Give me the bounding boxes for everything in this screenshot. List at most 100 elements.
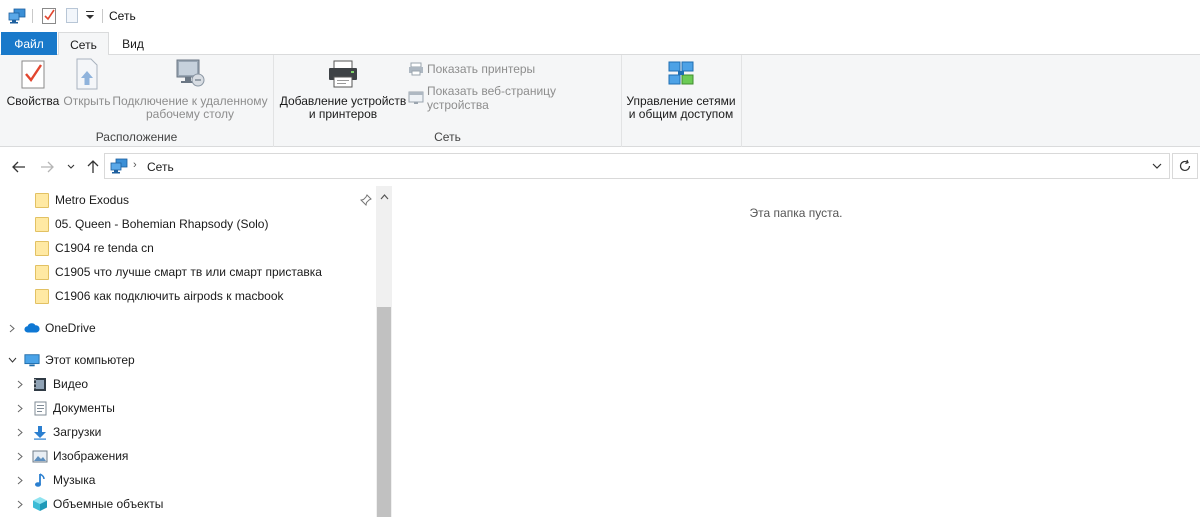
properties-icon[interactable] (42, 7, 56, 24)
folder-icon (34, 240, 50, 256)
chevron-down-icon[interactable] (1149, 159, 1165, 173)
tree-item-onedrive[interactable]: OneDrive (6, 317, 96, 339)
open-label: Открыть (63, 94, 111, 108)
list-item[interactable]: 05. Queen - Bohemian Rhapsody (Solo) (34, 213, 268, 235)
folder-icon (34, 192, 50, 208)
network-center-icon (665, 57, 697, 91)
network-icon (110, 158, 128, 174)
tab-file[interactable]: Файл (1, 32, 57, 55)
chevron-right-icon[interactable] (14, 498, 26, 510)
navigation-pane: Metro Exodus 05. Queen - Bohemian Rhapso… (0, 186, 392, 517)
tree-item-this-pc[interactable]: Этот компьютер (6, 349, 135, 371)
tab-network[interactable]: Сеть (58, 32, 109, 56)
tree-item-label: Изображения (53, 449, 129, 463)
arrow-left-icon (12, 161, 25, 173)
computer-icon (24, 352, 40, 368)
chevron-down-icon (67, 164, 75, 169)
list-item-label: Metro Exodus (55, 193, 130, 207)
list-item[interactable]: C1906 как подключить airpods к macbook (34, 285, 284, 307)
show-device-page-button[interactable]: Показать веб-страницу устройства (408, 84, 621, 112)
chevron-right-icon[interactable] (14, 450, 26, 462)
tree-item-label: OneDrive (45, 321, 96, 335)
folder-icon (34, 264, 50, 280)
open-button[interactable]: Открыть (62, 57, 112, 108)
folder-icon (34, 216, 50, 232)
network-center-button[interactable]: Управление сетями и общим доступом (624, 57, 738, 121)
tree-item-videos[interactable]: Видео (14, 373, 88, 395)
document-icon (32, 400, 48, 416)
list-item-label: C1904 re tenda cn (55, 241, 154, 255)
properties-icon (17, 57, 49, 91)
window-title: Сеть (109, 9, 136, 23)
navigation-pane-scrollbar[interactable] (376, 186, 392, 517)
tree-item-music[interactable]: Музыка (14, 469, 95, 491)
refresh-icon (1179, 159, 1191, 172)
folder-icon (34, 288, 50, 304)
list-item-label: C1905 что лучше смарт тв или смарт прист… (55, 265, 322, 279)
toolbar-separator (102, 9, 103, 23)
ribbon-group-label-network: Сеть (434, 130, 461, 144)
up-button[interactable] (84, 158, 102, 176)
title-bar: Сеть (0, 0, 1200, 31)
new-folder-icon[interactable] (66, 8, 78, 23)
tree-item-label: Загрузки (53, 425, 102, 439)
onedrive-cloud-icon (24, 320, 40, 336)
file-list-area[interactable]: Эта папка пуста. (392, 186, 1200, 517)
ribbon-group-location: Свойства Открыть Подключение к удаленном… (0, 55, 274, 147)
ribbon-group-network-center: Управление сетями и общим доступом (622, 55, 742, 147)
tree-item-pictures[interactable]: Изображения (14, 445, 128, 467)
show-printers-label: Показать принтеры (427, 62, 536, 76)
scrollbar-thumb[interactable] (377, 307, 391, 517)
show-printers-button[interactable]: Показать принтеры (408, 62, 535, 76)
pin-icon[interactable] (360, 194, 372, 206)
tree-item-3d-objects[interactable]: Объемные объекты (14, 493, 163, 515)
tree-item-downloads[interactable]: Загрузки (14, 421, 101, 443)
customize-toolbar-icon[interactable] (86, 9, 94, 21)
list-item[interactable]: C1904 re tenda cn (34, 237, 154, 259)
tree-item-label: Документы (53, 401, 115, 415)
refresh-button[interactable] (1172, 153, 1198, 179)
cube-icon (32, 496, 48, 512)
properties-label: Свойства (6, 94, 60, 108)
remote-desktop-icon (174, 57, 206, 91)
network-icon[interactable] (8, 8, 26, 24)
chevron-up-icon (380, 194, 388, 200)
scroll-up-button[interactable] (376, 190, 392, 204)
open-icon (71, 57, 103, 91)
arrow-right-icon (41, 161, 54, 173)
forward-button[interactable] (38, 158, 56, 176)
chevron-right-icon[interactable] (14, 402, 26, 414)
picture-icon (32, 448, 48, 464)
tab-view[interactable]: Вид (110, 32, 156, 55)
ribbon-group-network: Добавление устройств и принтеров Показат… (274, 55, 622, 147)
properties-button[interactable]: Свойства (6, 57, 60, 108)
tree-item-documents[interactable]: Документы (14, 397, 115, 419)
navigation-bar: › Сеть (0, 147, 1200, 186)
chevron-down-icon[interactable] (6, 354, 18, 366)
remote-desktop-label-2: рабочему столу (145, 107, 235, 121)
network-center-label-2: и общим доступом (628, 107, 734, 121)
ribbon-group-label-location: Расположение (95, 130, 178, 144)
printers-icon (409, 62, 423, 76)
add-devices-label-2: и принтеров (308, 107, 378, 121)
chevron-right-icon[interactable] (14, 426, 26, 438)
address-bar[interactable]: › Сеть (104, 153, 1170, 179)
chevron-right-icon[interactable] (14, 378, 26, 390)
recent-locations-button[interactable] (62, 158, 80, 176)
breadcrumb-separator-icon[interactable]: › (133, 159, 137, 171)
remote-desktop-button[interactable]: Подключение к удаленному рабочему столу (112, 57, 268, 121)
breadcrumb-network[interactable]: Сеть (147, 160, 174, 174)
chevron-right-icon[interactable] (14, 474, 26, 486)
list-item[interactable]: Metro Exodus (34, 189, 129, 211)
tree-item-label: Музыка (53, 473, 96, 487)
tree-item-label: Этот компьютер (45, 353, 135, 367)
chevron-right-icon[interactable] (6, 322, 18, 334)
music-note-icon (32, 472, 48, 488)
list-item[interactable]: C1905 что лучше смарт тв или смарт прист… (34, 261, 322, 283)
tree-item-label: Видео (53, 377, 89, 391)
add-devices-button[interactable]: Добавление устройств и принтеров (278, 57, 408, 121)
arrow-up-icon (87, 160, 99, 173)
list-item-label: C1906 как подключить airpods к macbook (55, 289, 284, 303)
back-button[interactable] (10, 158, 28, 176)
list-item-label: 05. Queen - Bohemian Rhapsody (Solo) (55, 217, 269, 231)
